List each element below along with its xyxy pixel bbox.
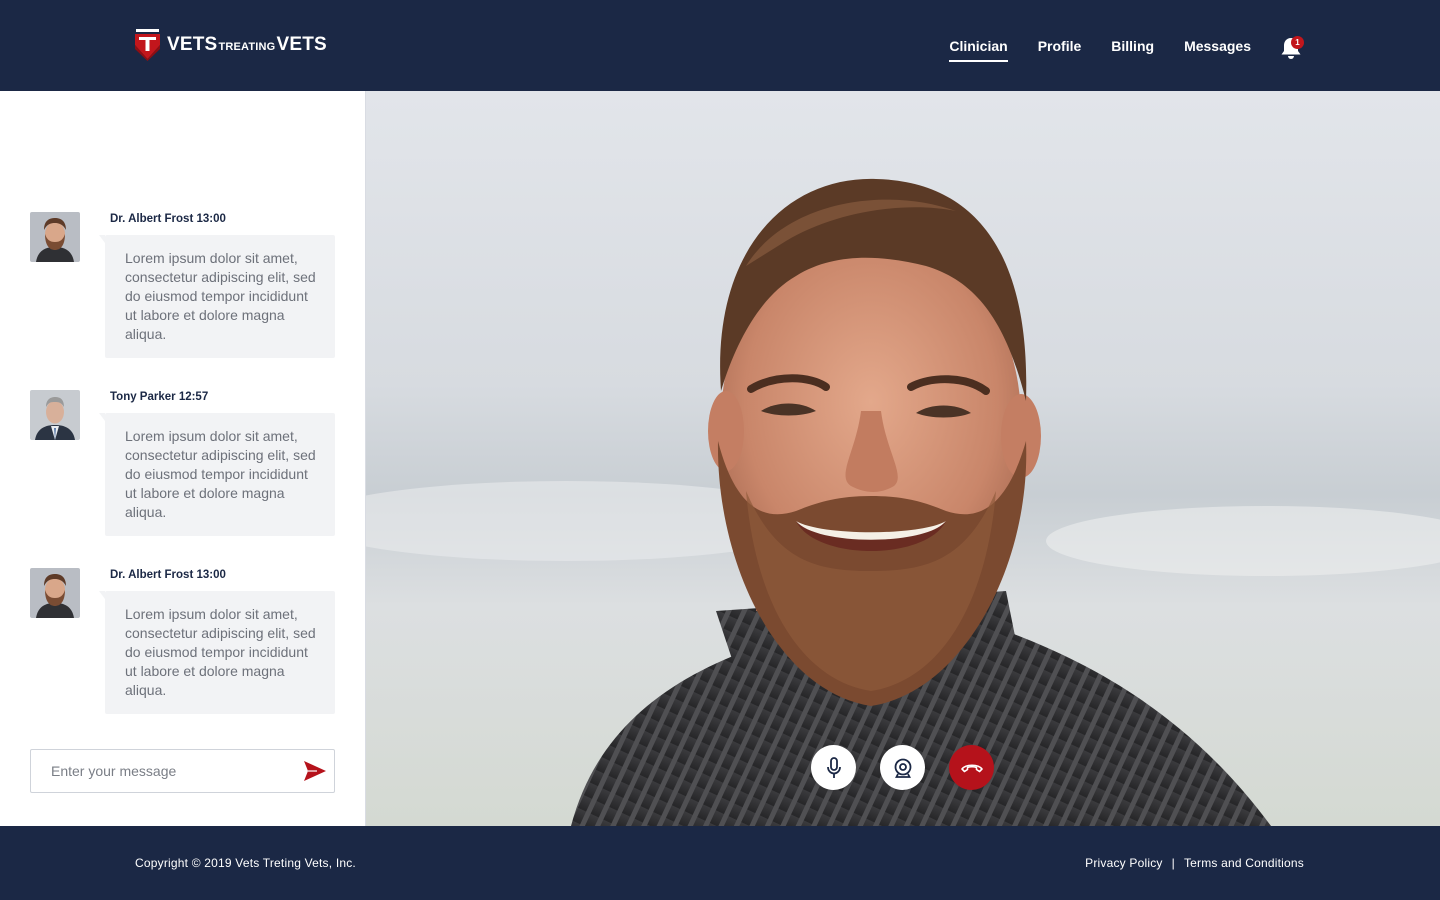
shield-logo-icon bbox=[135, 29, 160, 61]
message-bubble: Lorem ipsum dolor sit amet, consectetur … bbox=[99, 413, 335, 536]
end-call-icon bbox=[960, 763, 983, 772]
message-bubble: Lorem ipsum dolor sit amet, consectetur … bbox=[99, 235, 335, 358]
page-footer: Copyright © 2019 Vets Treting Vets, Inc.… bbox=[0, 826, 1440, 900]
message-author-time: Tony Parker 12:57 bbox=[110, 391, 209, 403]
nav-item-profile[interactable]: Profile bbox=[1038, 38, 1082, 58]
webcam-icon bbox=[894, 758, 911, 778]
microphone-icon bbox=[826, 756, 841, 778]
logo-word-vets: VETS bbox=[167, 34, 218, 55]
terms-and-conditions-link[interactable]: Terms and Conditions bbox=[1184, 856, 1304, 870]
mute-microphone-button[interactable] bbox=[811, 745, 856, 790]
send-icon[interactable] bbox=[303, 760, 327, 782]
message-bubble: Lorem ipsum dolor sit amet, consectetur … bbox=[99, 591, 335, 714]
video-call-area bbox=[366, 91, 1440, 826]
brand-logo[interactable]: VETS TREATING VETS bbox=[134, 29, 327, 61]
logo-word-vets-2: VETS bbox=[276, 34, 327, 55]
remote-participant-video bbox=[366, 91, 1440, 826]
logo-wordmark: VETS TREATING VETS bbox=[167, 34, 327, 56]
avatar-tony-parker-image bbox=[30, 390, 80, 440]
message-composer bbox=[30, 749, 335, 793]
privacy-policy-link[interactable]: Privacy Policy bbox=[1085, 856, 1162, 870]
nav-item-messages[interactable]: Messages bbox=[1184, 38, 1251, 58]
message-input[interactable] bbox=[31, 750, 291, 792]
toggle-camera-button[interactable] bbox=[880, 745, 925, 790]
chat-sidebar: Dr. Albert Frost 13:00 Lorem ipsum dolor… bbox=[0, 91, 366, 826]
avatar-albert-frost-image bbox=[30, 212, 80, 262]
avatar bbox=[30, 212, 80, 262]
footer-separator: | bbox=[1171, 856, 1175, 870]
copyright-text: Copyright © 2019 Vets Treting Vets, Inc. bbox=[135, 856, 356, 870]
footer-links: Privacy Policy | Terms and Conditions bbox=[1085, 856, 1304, 870]
notification-badge: 1 bbox=[1291, 36, 1304, 49]
message-author-time: Dr. Albert Frost 13:00 bbox=[110, 569, 226, 581]
avatar-albert-frost-image bbox=[30, 568, 80, 618]
nav-item-clinician[interactable]: Clinician bbox=[949, 38, 1009, 62]
logo-word-treating: TREATING bbox=[218, 41, 276, 53]
nav-item-billing[interactable]: Billing bbox=[1111, 38, 1154, 58]
end-call-button[interactable] bbox=[949, 745, 994, 790]
call-controls bbox=[811, 745, 994, 790]
message-author-time: Dr. Albert Frost 13:00 bbox=[110, 213, 226, 225]
top-header: VETS TREATING VETS Clinician Profile Bil… bbox=[0, 0, 1440, 91]
avatar bbox=[30, 390, 80, 440]
avatar bbox=[30, 568, 80, 618]
main-nav: Clinician Profile Billing Messages bbox=[949, 30, 1251, 66]
